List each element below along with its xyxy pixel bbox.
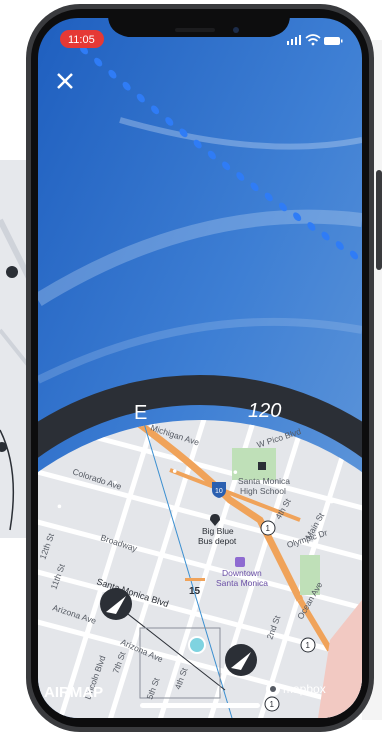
mapbox-logo: mapbox — [266, 682, 326, 696]
phone-svg: E 120 W Pico Blvd Michigan Ave Colorado … — [0, 4, 382, 732]
label-high-school-2: High School — [240, 486, 286, 496]
drone-marker-left[interactable] — [100, 588, 132, 620]
user-location-dot — [188, 636, 206, 654]
svg-text:1: 1 — [266, 524, 271, 533]
label-downtown-2: Santa Monica — [216, 578, 268, 588]
compass-tick — [172, 469, 177, 473]
route-1-shield-b: 1 — [300, 637, 316, 653]
svg-text:15: 15 — [189, 586, 201, 597]
background-drone-icon — [6, 266, 18, 278]
status-time: 11:05 — [68, 34, 95, 46]
home-indicator[interactable] — [140, 703, 260, 708]
compass-bearing-label: 120 — [248, 400, 281, 422]
label-depot-1: Big Blue — [202, 526, 234, 536]
svg-text:10: 10 — [215, 488, 223, 495]
route-1-shield-a: 1 — [260, 520, 276, 536]
svg-text:1: 1 — [306, 641, 311, 650]
notch — [108, 9, 290, 37]
battery-icon — [324, 37, 343, 45]
compass-heading-label: E — [134, 402, 147, 424]
route-1-shield-c: 1 — [264, 696, 280, 712]
label-depot-2: Bus depot — [198, 536, 237, 546]
svg-text:mapbox: mapbox — [283, 682, 326, 696]
phone-stage: E 120 W Pico Blvd Michigan Ave Colorado … — [0, 0, 382, 734]
downtown-pin[interactable] — [235, 557, 245, 567]
svg-text:1: 1 — [270, 700, 275, 709]
compass-tick — [57, 504, 62, 509]
label-downtown-1: Downtown — [222, 568, 262, 578]
label-high-school-1: Santa Monica — [238, 476, 290, 486]
compass-tick — [233, 470, 238, 474]
airmap-logo: AIRMAP — [44, 684, 103, 701]
drone-marker-right[interactable] — [225, 644, 257, 676]
side-button — [376, 170, 382, 270]
close-button[interactable] — [50, 66, 80, 96]
high-school-pin[interactable] — [258, 462, 266, 470]
compass-tick — [329, 499, 334, 504]
